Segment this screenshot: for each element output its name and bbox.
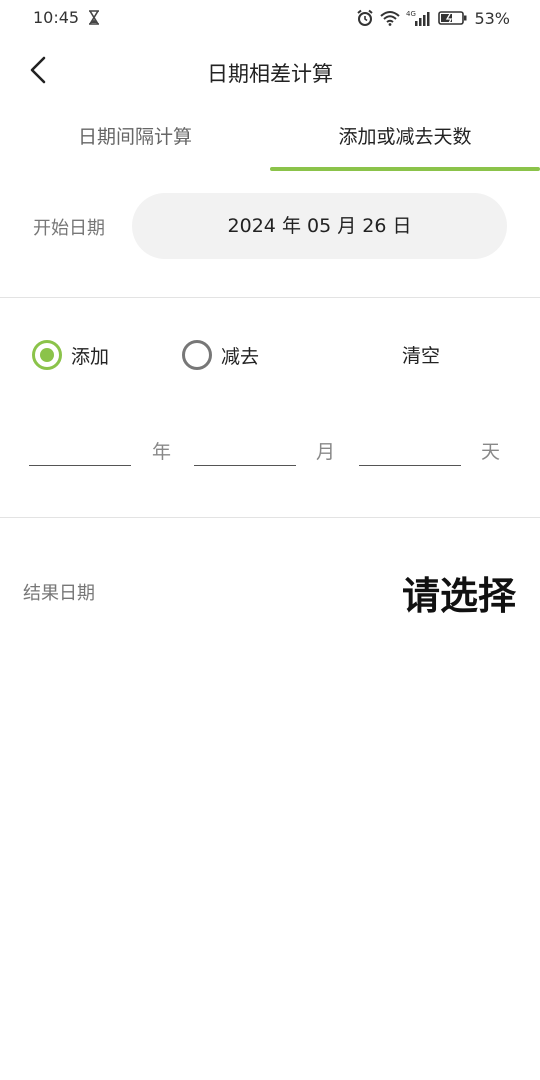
radio-subtract-indicator [182, 340, 212, 370]
hourglass-icon [89, 10, 99, 25]
page-title: 日期相差计算 [207, 62, 333, 86]
battery-icon [438, 11, 467, 25]
network-type: 4G [406, 10, 416, 18]
radio-add[interactable]: 添加 [32, 340, 109, 370]
status-icons: 4G 53% [356, 8, 510, 28]
radio-selected-dot [40, 348, 54, 362]
result-date-value: 请选择 [401, 574, 516, 618]
days-input[interactable] [359, 432, 461, 466]
radio-subtract[interactable]: 减去 [182, 340, 259, 370]
month-unit-label: 月 [316, 441, 336, 463]
battery-percent: 53% [474, 8, 510, 28]
screen: 10:45 4G 53% 日期相差计算 日期间隔计算 添加或减去天数 开始日期 … [0, 0, 540, 1080]
tab-bar: 日期间隔计算 添加或减去天数 [0, 108, 540, 172]
active-tab-indicator [270, 167, 540, 171]
start-date-picker[interactable]: 2024 年 05 月 26 日 [132, 193, 507, 259]
months-input[interactable] [194, 432, 296, 466]
start-date-label: 开始日期 [33, 218, 105, 239]
years-input[interactable] [29, 432, 131, 466]
radio-subtract-label: 减去 [221, 345, 260, 368]
tab-date-interval[interactable]: 日期间隔计算 [0, 108, 270, 172]
result-date-label: 结果日期 [23, 583, 95, 604]
status-time: 10:45 [33, 8, 80, 27]
wifi-icon [380, 11, 401, 26]
clear-button[interactable]: 清空 [380, 341, 462, 368]
app-header: 日期相差计算 [0, 44, 540, 98]
year-unit-label: 年 [152, 441, 172, 463]
radio-add-label: 添加 [71, 345, 110, 368]
alarm-icon [357, 9, 374, 26]
day-unit-label: 天 [481, 441, 501, 463]
radio-add-indicator [32, 340, 62, 370]
tab-add-subtract-days[interactable]: 添加或减去天数 [270, 108, 540, 172]
divider [0, 517, 540, 518]
cellular-signal-icon: 4G [406, 10, 430, 26]
status-bar: 10:45 4G 53% [0, 0, 540, 36]
divider [0, 297, 540, 298]
